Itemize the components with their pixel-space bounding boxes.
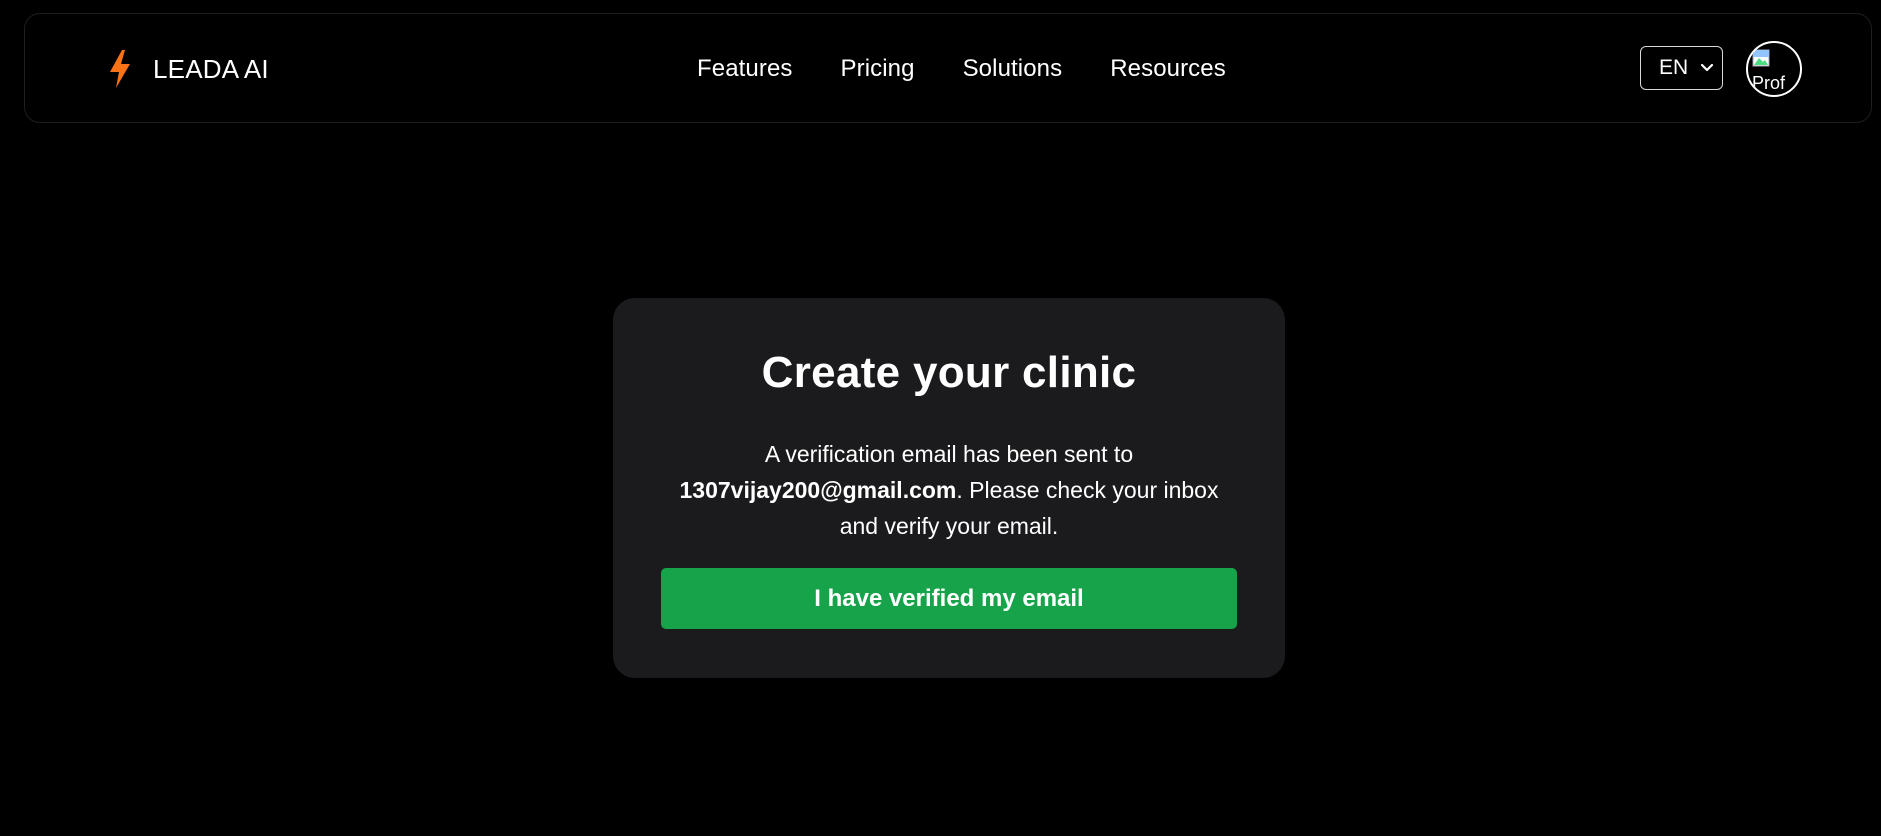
main-nav: Features Pricing Solutions Resources [697,14,1226,124]
nav-solutions[interactable]: Solutions [963,55,1063,83]
brand-name: LEADA AI [153,53,269,84]
brand[interactable]: LEADA AI [109,14,269,124]
language-select-value: EN [1659,56,1689,79]
verification-card: Create your clinic A verification email … [613,298,1285,678]
verified-email-button[interactable]: I have verified my email [661,568,1237,629]
nav-pricing[interactable]: Pricing [841,55,915,83]
chevron-down-icon [1700,63,1714,73]
language-select[interactable]: EN [1640,46,1723,90]
message-prefix: A verification email has been sent to [764,441,1134,467]
broken-image-icon [1752,49,1770,72]
card-title: Create your clinic [761,348,1137,397]
profile-avatar[interactable]: Prof [1746,41,1802,97]
verification-message: A verification email has been sent to 13… [661,436,1237,544]
nav-features[interactable]: Features [697,55,793,83]
user-email: 1307vijay200@gmail.com [679,477,957,503]
avatar-alt-text: Prof [1752,73,1786,93]
nav-resources[interactable]: Resources [1110,55,1226,83]
lightning-bolt-icon [109,50,131,88]
top-navbar: LEADA AI Features Pricing Solutions Reso… [24,13,1872,123]
